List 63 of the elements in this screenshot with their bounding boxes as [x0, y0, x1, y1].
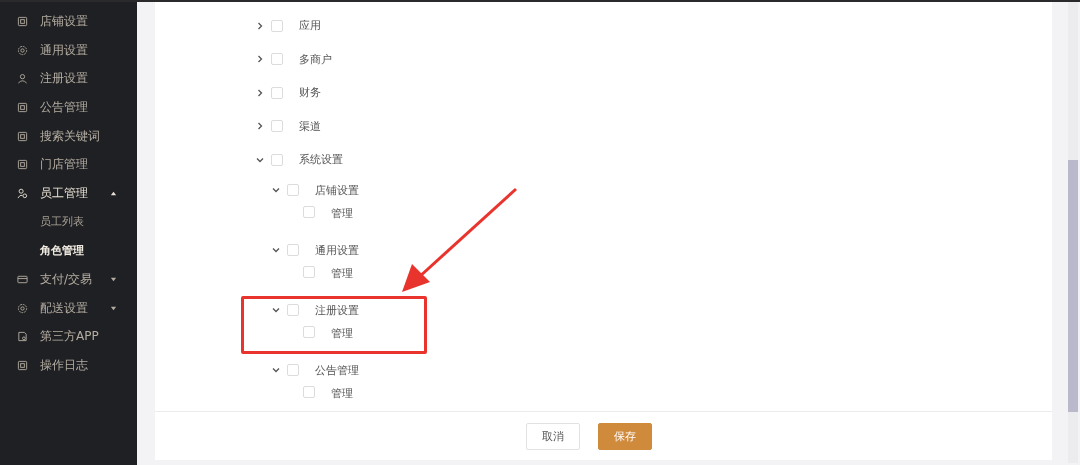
gear-icon: [17, 302, 28, 314]
tree-label: 多商户: [299, 51, 332, 67]
sidebar-subitem[interactable]: 员工列表: [0, 207, 137, 237]
checkbox[interactable]: [303, 205, 315, 218]
chevron-down-icon[interactable]: [271, 365, 281, 375]
chevron-down-icon[interactable]: [271, 305, 281, 315]
caret-icon: [110, 189, 117, 197]
sidebar-item[interactable]: 门店管理: [0, 150, 137, 180]
sidebar-item[interactable]: 搜索关键词: [0, 121, 137, 151]
checkbox[interactable]: [287, 184, 299, 196]
document-icon: [17, 15, 28, 27]
cancel-button[interactable]: 取消: [525, 422, 580, 450]
tree-label: 通用设置: [315, 242, 359, 258]
checkbox[interactable]: [287, 364, 299, 376]
card-icon: [17, 274, 28, 286]
tree-label: 渠道: [299, 118, 321, 134]
checkbox[interactable]: [271, 53, 283, 66]
caret-icon: [110, 276, 117, 284]
chevron-down-icon[interactable]: [271, 245, 281, 255]
chevron-right-icon[interactable]: [255, 20, 265, 31]
checkbox[interactable]: [303, 385, 315, 398]
sidebar-subitem[interactable]: 角色管理: [0, 236, 137, 266]
checkbox[interactable]: [271, 153, 283, 166]
tree-label: 系统设置: [299, 152, 343, 168]
checkbox[interactable]: [287, 244, 299, 256]
document-icon: [17, 130, 28, 142]
tree-label: 管理: [331, 385, 353, 401]
sidebar-item[interactable]: 第三方APP: [0, 322, 137, 352]
sidebar-item[interactable]: 注册设置: [0, 64, 137, 94]
tree-label: 财务: [299, 85, 321, 101]
checkbox[interactable]: [271, 19, 283, 32]
checkbox[interactable]: [287, 304, 299, 316]
document-icon: [17, 159, 28, 171]
checkbox[interactable]: [271, 120, 283, 133]
gear-icon: [17, 44, 28, 56]
app-icon: [17, 331, 28, 343]
document-icon: [17, 360, 28, 372]
user-icon: [17, 73, 28, 85]
sidebar-item[interactable]: 公告管理: [0, 93, 137, 122]
chevron-right-icon[interactable]: [255, 121, 265, 132]
tree-label: 注册设置: [315, 302, 359, 318]
tree-label: 公告管理: [315, 362, 359, 378]
tree-label: 应用: [299, 18, 321, 34]
sidebar-item[interactable]: 操作日志: [0, 351, 137, 380]
caret-icon: [110, 304, 117, 312]
sidebar-item[interactable]: 员工管理: [0, 179, 137, 208]
document-icon: [17, 101, 28, 113]
checkbox[interactable]: [303, 265, 315, 278]
sidebar-item[interactable]: 支付/交易: [0, 265, 137, 294]
checkbox[interactable]: [271, 86, 283, 99]
chevron-right-icon[interactable]: [255, 54, 265, 65]
chevron-down-icon[interactable]: [271, 185, 281, 195]
tree-label: 管理: [331, 265, 353, 281]
sidebar-item[interactable]: 配送设置: [0, 293, 137, 323]
chevron-right-icon[interactable]: [255, 87, 265, 98]
tree-label: 管理: [331, 205, 353, 221]
tree-label: 管理: [331, 325, 353, 341]
sidebar-item[interactable]: 店铺设置: [0, 7, 137, 36]
scrollbar[interactable]: [1068, 2, 1078, 463]
tree-label: 店铺设置: [315, 182, 359, 198]
sidebar-item[interactable]: 通用设置: [0, 35, 137, 65]
users-icon: [17, 187, 28, 199]
checkbox[interactable]: [303, 325, 315, 338]
